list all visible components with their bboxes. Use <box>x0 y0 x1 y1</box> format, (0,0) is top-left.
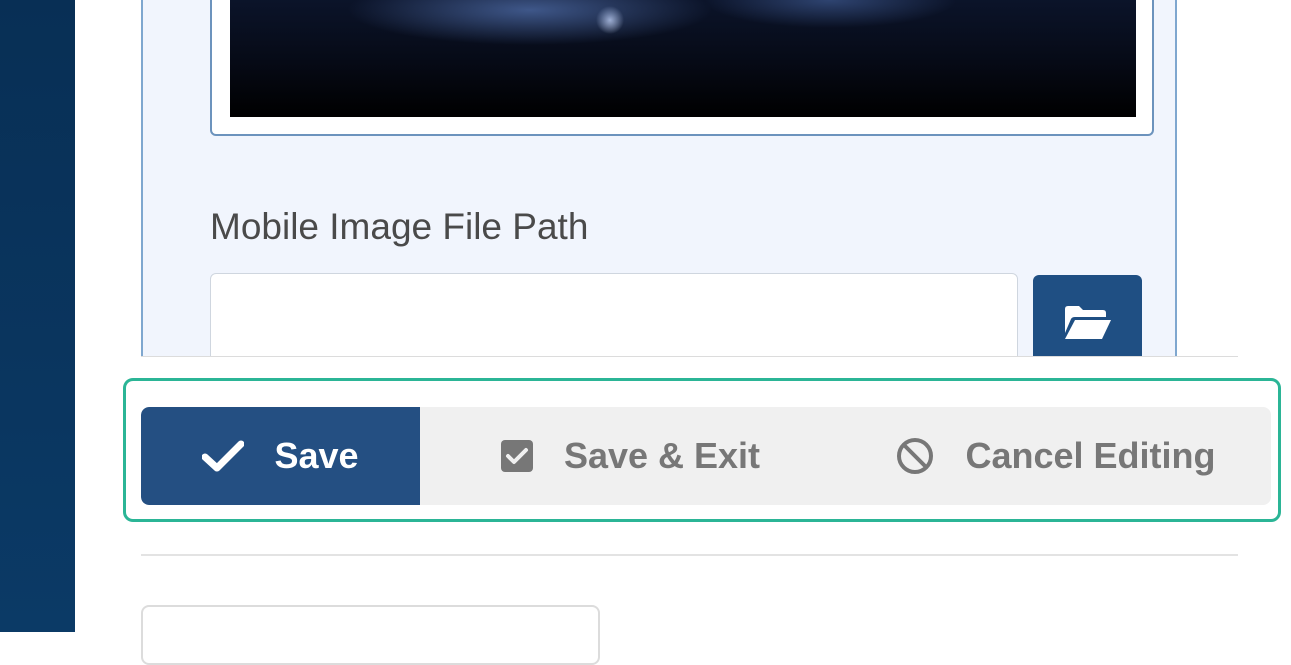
cancel-editing-label: Cancel Editing <box>965 435 1216 476</box>
browse-folder-button[interactable] <box>1033 275 1142 356</box>
section-divider <box>141 554 1238 556</box>
save-and-exit-button[interactable]: Save & Exit <box>420 407 840 505</box>
form-action-bar: Save Save & Exit Cancel Editing <box>141 407 1271 505</box>
image-preview <box>230 0 1136 117</box>
checkbox-checked-icon <box>500 439 534 473</box>
save-label: Save <box>274 435 359 476</box>
main-content: Mobile Image File Path Save Save & Exit … <box>75 0 1291 665</box>
image-panel: Mobile Image File Path <box>141 0 1177 356</box>
left-sidebar <box>0 0 75 632</box>
save-and-exit-label: Save & Exit <box>563 435 761 476</box>
folder-open-icon <box>1065 306 1111 339</box>
image-panel-viewport[interactable]: Mobile Image File Path <box>141 0 1238 357</box>
mobile-image-file-path-input[interactable] <box>210 273 1018 356</box>
image-preview-frame <box>210 0 1154 136</box>
check-icon <box>202 440 245 472</box>
mobile-image-file-path-label: Mobile Image File Path <box>210 206 589 247</box>
cancel-editing-button[interactable]: Cancel Editing <box>840 407 1271 505</box>
save-button[interactable]: Save <box>141 407 420 505</box>
ban-icon <box>895 436 935 476</box>
bottom-field-box[interactable] <box>141 605 600 665</box>
